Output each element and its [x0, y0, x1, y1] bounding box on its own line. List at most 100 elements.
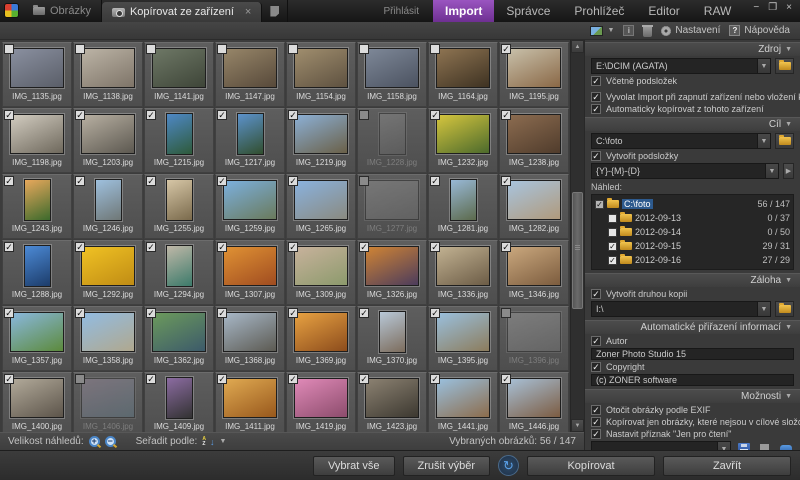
thumbnail-cell[interactable]: ✓IMG_1198.jpg	[2, 108, 72, 173]
copyright-checkbox[interactable]: ✓ Copyright	[591, 362, 794, 372]
tree-row[interactable]: ✓2012-09-1627 / 29	[595, 253, 790, 267]
delete-profile-button[interactable]	[756, 441, 773, 450]
thumbnail-checkbox[interactable]: ✓	[501, 110, 511, 120]
tree-row[interactable]: 2012-09-130 / 37	[595, 211, 790, 225]
thumbnail-cell[interactable]: ✓IMG_1446.jpg	[499, 372, 569, 432]
module-tab-import[interactable]: Import	[433, 0, 494, 22]
thumbnail-cell[interactable]: IMG_1135.jpg	[2, 42, 72, 107]
thumbnail-checkbox[interactable]: ✓	[146, 110, 156, 120]
trash-icon[interactable]	[643, 27, 652, 37]
thumbnail-image[interactable]	[223, 378, 277, 418]
thumbnail-image[interactable]	[365, 180, 419, 220]
thumbnail-cell[interactable]: ✓IMG_1219.jpg	[286, 108, 356, 173]
thumbnail-checkbox[interactable]: ✓	[359, 308, 369, 318]
tree-checkbox[interactable]: ✓	[595, 200, 604, 209]
thumbnail-checkbox[interactable]	[217, 44, 227, 54]
thumbnail-checkbox[interactable]: ✓	[4, 308, 14, 318]
info-badge-icon[interactable]: i	[623, 25, 634, 36]
thumbnail-cell[interactable]: IMG_1164.jpg	[428, 42, 498, 107]
tree-checkbox[interactable]: ✓	[608, 242, 617, 251]
tree-row[interactable]: ✓2012-09-1529 / 31	[595, 239, 790, 253]
author-field[interactable]: Zoner Photo Studio 15	[591, 348, 794, 360]
thumbnail-checkbox[interactable]: ✓	[359, 374, 369, 384]
refresh-button[interactable]: ↻	[498, 455, 519, 476]
thumbnail-checkbox[interactable]: ✓	[501, 176, 511, 186]
thumbnail-cell[interactable]: ✓IMG_1265.jpg	[286, 174, 356, 239]
thumbnail-cell[interactable]: ✓IMG_1411.jpg	[215, 372, 285, 432]
thumbnail-image[interactable]	[450, 179, 477, 221]
thumbnail-checkbox[interactable]: ✓	[146, 374, 156, 384]
thumbnail-checkbox[interactable]: ✓	[217, 176, 227, 186]
thumbnail-checkbox[interactable]: ✓	[430, 110, 440, 120]
thumbnail-image[interactable]	[152, 48, 206, 88]
browse-source-button[interactable]	[775, 58, 794, 74]
thumbnail-image[interactable]	[237, 113, 264, 155]
sort-az-icon[interactable]: AZ	[202, 437, 206, 447]
tree-row[interactable]: ✓C:\foto56 / 147	[595, 197, 790, 211]
tree-row[interactable]: 2012-09-140 / 50	[595, 225, 790, 239]
clear-selection-button[interactable]: Zrušit výběr	[403, 456, 490, 476]
thumbnail-checkbox[interactable]: ✓	[4, 374, 14, 384]
second-copy-checkbox[interactable]: ✓ Vytvořit druhou kopii	[591, 289, 794, 299]
doc-tab-obrazky[interactable]: Obrázky	[23, 0, 102, 22]
module-tab-editor[interactable]: Editor	[636, 0, 691, 22]
thumbnail-image[interactable]	[81, 48, 135, 88]
thumbnail-checkbox[interactable]: ✓	[75, 176, 85, 186]
thumbnail-image[interactable]	[223, 180, 277, 220]
login-link[interactable]: Přihlásit	[369, 0, 433, 22]
settings-button[interactable]: Nastavení	[661, 25, 720, 36]
thumbnail-checkbox[interactable]	[146, 44, 156, 54]
thumbnail-cell[interactable]: ✓IMG_1307.jpg	[215, 240, 285, 305]
thumbnail-image[interactable]	[223, 246, 277, 286]
thumbnail-checkbox[interactable]: ✓	[217, 242, 227, 252]
thumbnail-cell[interactable]: ✓IMG_1195.jpg	[499, 42, 569, 107]
thumbnail-cell[interactable]: ✓IMG_1217.jpg	[215, 108, 285, 173]
thumbnail-checkbox[interactable]: ✓	[288, 176, 298, 186]
tree-checkbox[interactable]: ✓	[608, 256, 617, 265]
thumbnail-cell[interactable]: ✓IMG_1281.jpg	[428, 174, 498, 239]
thumbnail-checkbox[interactable]	[359, 44, 369, 54]
thumbnail-image[interactable]	[95, 179, 122, 221]
thumbnail-checkbox[interactable]: ✓	[501, 44, 511, 54]
thumbnail-checkbox[interactable]: ✓	[217, 308, 227, 318]
thumbnail-cell[interactable]: ✓IMG_1232.jpg	[428, 108, 498, 173]
thumbnail-checkbox[interactable]	[501, 308, 511, 318]
combobox-arrow-icon[interactable]: ▼	[717, 442, 730, 450]
restore-button[interactable]: ❐	[768, 2, 777, 22]
tree-checkbox[interactable]	[608, 228, 617, 237]
thumbnail-image[interactable]	[365, 246, 419, 286]
thumbnail-cell[interactable]: ✓IMG_1362.jpg	[144, 306, 214, 371]
thumbnail-checkbox[interactable]: ✓	[4, 110, 14, 120]
thumbnail-cell[interactable]: ✓IMG_1423.jpg	[357, 372, 427, 432]
grid-scrollbar[interactable]: ▲ ▼	[570, 40, 584, 432]
thumbnail-checkbox[interactable]: ✓	[217, 110, 227, 120]
scroll-down-icon[interactable]: ▼	[571, 419, 584, 432]
thumbnail-image[interactable]	[294, 180, 348, 220]
auto-copy-checkbox[interactable]: ✓ Automaticky kopírovat z tohoto zařízen…	[591, 104, 794, 114]
combobox-arrow-icon[interactable]: ▼	[757, 302, 770, 316]
thumbnail-image[interactable]	[507, 180, 561, 220]
minimize-button[interactable]: −	[753, 2, 759, 22]
chevron-down-icon[interactable]: ▼	[219, 438, 226, 445]
thumbnail-image[interactable]	[24, 245, 51, 287]
thumbnail-image[interactable]	[507, 378, 561, 418]
thumbnail-checkbox[interactable]: ✓	[288, 308, 298, 318]
browse-target-button[interactable]	[775, 133, 794, 149]
thumbnail-checkbox[interactable]: ✓	[430, 308, 440, 318]
thumbnail-image[interactable]	[294, 312, 348, 352]
thumbnail-image[interactable]	[152, 312, 206, 352]
thumbnail-cell[interactable]: ✓IMG_1419.jpg	[286, 372, 356, 432]
thumbnail-cell[interactable]: ✓IMG_1259.jpg	[215, 174, 285, 239]
thumbnail-checkbox[interactable]: ✓	[4, 242, 14, 252]
thumbnail-cell[interactable]: IMG_1228.jpg	[357, 108, 427, 173]
close-button[interactable]: ×	[786, 2, 792, 22]
thumbnail-cell[interactable]: ✓IMG_1309.jpg	[286, 240, 356, 305]
thumbnail-image[interactable]	[81, 246, 135, 286]
thumbnail-checkbox[interactable]: ✓	[359, 242, 369, 252]
thumbnail-checkbox[interactable]: ✓	[217, 374, 227, 384]
thumbnail-cell[interactable]: IMG_1277.jpg	[357, 174, 427, 239]
thumbnail-cell[interactable]: ✓IMG_1357.jpg	[2, 306, 72, 371]
author-checkbox[interactable]: ✓ Autor	[591, 336, 794, 346]
create-subfolders-checkbox[interactable]: ✓ Vytvořit podsložky	[591, 151, 794, 161]
thumbnail-cell[interactable]: ✓IMG_1255.jpg	[144, 174, 214, 239]
